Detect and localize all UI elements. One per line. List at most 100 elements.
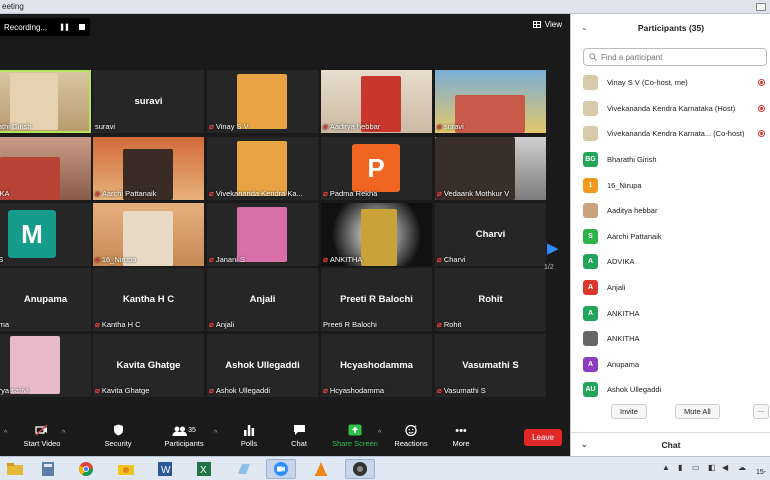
security-label: Security (104, 439, 132, 448)
view-button[interactable]: View (532, 20, 562, 29)
notes-icon[interactable] (229, 459, 259, 479)
tile-name-text: ADVIKA (0, 189, 10, 198)
participant-search[interactable] (583, 48, 767, 66)
share-screen-button[interactable]: Share Screen (325, 424, 385, 448)
battery-icon[interactable]: ▭ (692, 463, 700, 472)
participant-row[interactable]: S Aarchi Pattanaik (571, 224, 770, 250)
participant-avatar (583, 100, 598, 116)
participant-row[interactable]: 1 16_Nirupa (571, 172, 770, 198)
participant-name: ANKITHA (607, 308, 640, 318)
participant-row[interactable]: BG Bharathi Girish (571, 147, 770, 173)
participant-row[interactable]: Aaditya hebbar (571, 198, 770, 224)
participants-caret[interactable]: ^ (214, 430, 217, 437)
video-tile[interactable]: Preeti R Balochi Preeti R Balochi (321, 268, 432, 331)
participant-row[interactable]: Vinay S V (Co-host, me) (571, 70, 770, 96)
video-tile[interactable]: Anjali ⌀ Anjali (207, 268, 318, 331)
participant-list: Vinay S V (Co-host, me) Vivekananda Kendr… (571, 70, 770, 403)
security-button[interactable]: Security (88, 424, 148, 448)
network-icon[interactable]: ◧ (708, 463, 716, 472)
profile-picture (237, 74, 287, 129)
tile-name-text: onal S (0, 255, 4, 264)
participant-avatar: P (352, 144, 400, 192)
video-tile[interactable]: Anupama nupama (0, 268, 91, 331)
video-tile[interactable]: ⌀ 16_Nirupa (93, 203, 204, 266)
file-explorer-icon[interactable] (0, 459, 30, 479)
leave-button[interactable]: Leave (524, 429, 562, 446)
video-tile[interactable]: Rohit ⌀ Rohit (435, 268, 546, 331)
more-button[interactable]: ••• More (431, 424, 491, 448)
cloud-icon[interactable]: ☁ (738, 463, 746, 472)
pause-icon[interactable]: ❚❚ (59, 23, 70, 31)
video-tile[interactable]: Monal S (0, 203, 91, 266)
video-tile[interactable]: Bharathi Girish (0, 70, 91, 133)
participant-row[interactable]: A ADVIKA (571, 249, 770, 275)
recording-indicator: Recording... ❚❚ (0, 18, 90, 36)
video-tile[interactable]: Ashok Ullegaddi ⌀ Ashok Ullegaddi (207, 334, 318, 397)
participant-row[interactable]: ANKITHA (571, 326, 770, 352)
video-tile[interactable]: undarya sanvi (0, 334, 91, 397)
profile-picture (237, 141, 287, 196)
video-tile[interactable]: Kantha H C ⌀ Kantha H C (93, 268, 204, 331)
participants-button[interactable]: 35 Participants (154, 424, 214, 448)
chevron-down-icon[interactable]: ⌄ (581, 14, 588, 42)
panel-more-button[interactable]: ... (753, 404, 769, 419)
participant-row[interactable]: Vivekananda Kendra Karnataka (Host) (571, 96, 770, 122)
chat-section-header[interactable]: ⌄ Chat (571, 432, 770, 456)
video-tile[interactable]: ⌀ suravi (435, 70, 546, 133)
video-tile[interactable]: ⌀ Aaditya hebbar (321, 70, 432, 133)
stop-icon[interactable] (78, 24, 85, 30)
window-control[interactable] (756, 3, 766, 11)
participant-row[interactable]: A ANKITHA (571, 300, 770, 326)
video-tile[interactable]: ⌀ Vinay S V (207, 70, 318, 133)
excel-icon[interactable]: X (189, 459, 219, 479)
chevron-down-icon[interactable]: ⌄ (581, 433, 588, 457)
tile-name-text: Kantha H C (101, 320, 141, 329)
next-page-arrow-icon[interactable]: ▶ (547, 239, 559, 257)
participant-row[interactable]: A Anupama (571, 352, 770, 378)
video-tile[interactable]: Hcyashodamma ⌀ Hcyashodamma (321, 334, 432, 397)
participant-avatar (583, 331, 598, 347)
video-tile[interactable]: ⌀ Aarchi Pattanaik (93, 137, 204, 200)
video-tile[interactable]: Charvi ⌀ Charvi (435, 203, 546, 266)
video-settings-caret[interactable]: ^ (62, 430, 65, 437)
invite-button[interactable]: Invite (611, 404, 647, 419)
video-tile[interactable]: ⌀ Janani S (207, 203, 318, 266)
taskbar-clock: 15- (756, 469, 767, 476)
share-screen-icon (325, 424, 385, 438)
video-tile[interactable]: Vasumathi S ⌀ Vasumathi S (435, 334, 546, 397)
folder-icon[interactable] (111, 459, 141, 479)
search-input[interactable] (601, 52, 751, 62)
participants-icon: 35 (154, 424, 214, 438)
participant-row[interactable]: Vivekananda Kendra Karnata... (Co-host) (571, 121, 770, 147)
window-titlebar: eeting (0, 0, 770, 14)
participant-row[interactable]: AU Ashok Ullegaddi (571, 377, 770, 403)
video-tile[interactable]: ADVIKA (0, 137, 91, 200)
calculator-icon[interactable] (33, 459, 63, 479)
mute-all-button[interactable]: Mute All (675, 404, 720, 419)
usb-icon[interactable]: ▮ (678, 463, 682, 472)
participant-avatar: A (583, 356, 598, 372)
participant-row[interactable]: A Anjali (571, 275, 770, 301)
video-tile[interactable]: ⌀ Vedaank Mothkur V (435, 137, 546, 200)
tile-name-label: ⌀ Charvi (437, 255, 466, 264)
video-tile[interactable]: Kavita Ghatge ⌀ Kavita Ghatge (93, 334, 204, 397)
video-tile[interactable]: ⌀ Vivekananda Kendra Ka... (207, 137, 318, 200)
word-icon[interactable]: W (150, 459, 180, 479)
participant-display-name: Anupama (23, 294, 68, 305)
tile-name-text: Kavita Ghatge (101, 386, 150, 395)
media-player-icon[interactable] (345, 459, 375, 479)
zoom-taskbar-icon[interactable] (266, 459, 296, 479)
show-hidden-icons[interactable]: ▲ (662, 463, 670, 472)
video-options-caret[interactable]: ^ (4, 430, 7, 437)
vlc-icon[interactable] (306, 459, 336, 479)
mic-muted-icon: ⌀ (95, 320, 100, 329)
participant-avatar: BG (583, 152, 598, 168)
volume-icon[interactable]: ◀ (722, 463, 728, 472)
chat-button[interactable]: Chat (269, 424, 329, 448)
video-tile[interactable]: suravi suravi (93, 70, 204, 133)
video-feed (237, 207, 287, 262)
tile-name-label: Preeti R Balochi (323, 320, 377, 329)
chrome-icon[interactable] (71, 459, 101, 479)
video-tile[interactable]: ⌀ ANKITHA (321, 203, 432, 266)
video-tile[interactable]: P ⌀ Padma Rekha (321, 137, 432, 200)
